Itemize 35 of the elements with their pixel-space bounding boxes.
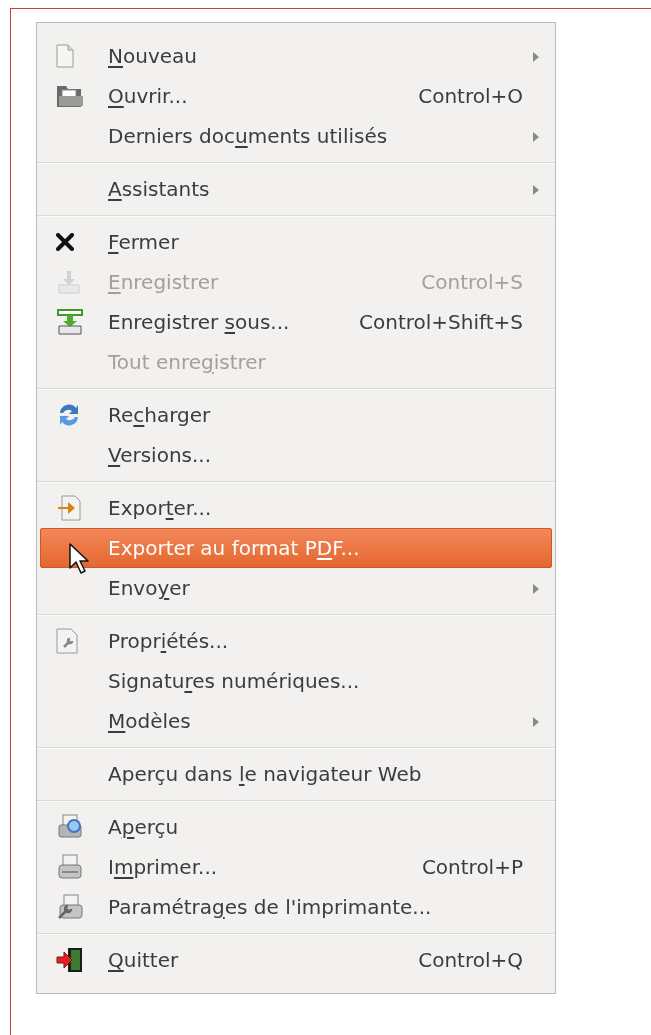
menu-item[interactable]: Propriétés... — [40, 621, 552, 661]
printer-icon — [56, 853, 84, 881]
save-icon — [56, 269, 82, 295]
shortcut-label: Control+Shift+S — [358, 310, 523, 334]
menu-item[interactable]: Ouvrir... Control+O — [40, 76, 552, 116]
menu-item[interactable]: Recharger — [40, 395, 552, 435]
menu-item[interactable]: Aperçu — [40, 807, 552, 847]
menu-item[interactable]: Quitter Control+Q — [40, 940, 552, 980]
shortcut-label: Control+Q — [417, 948, 523, 972]
menu-item[interactable]: Aperçu dans le navigateur Web — [40, 754, 552, 794]
mouse-pointer-icon — [68, 543, 90, 575]
menu-item[interactable]: Versions... — [40, 435, 552, 475]
print-preview-icon — [56, 813, 84, 841]
shortcut-label: Control+S — [420, 270, 523, 294]
printer-wrench-icon — [56, 893, 84, 921]
menu-item[interactable]: Derniers documents utilisés — [40, 116, 552, 156]
menu-item[interactable]: Assistants — [40, 169, 552, 209]
menu-item[interactable]: Paramétrages de l'imprimante... — [40, 887, 552, 927]
menu-item[interactable]: Exporter... — [40, 488, 552, 528]
document-icon — [56, 44, 74, 68]
folder-icon — [56, 83, 84, 109]
save-as-icon — [56, 308, 84, 336]
menu-item[interactable]: Enregistrer sous... Control+Shift+S — [40, 302, 552, 342]
shortcut-label: Control+O — [417, 84, 523, 108]
menu-item[interactable]: Fermer — [40, 222, 552, 262]
menu-item[interactable]: Envoyer — [40, 568, 552, 608]
shortcut-label: Control+P — [420, 855, 523, 879]
close-icon — [56, 233, 74, 251]
menu-item[interactable]: Signatures numériques... — [40, 661, 552, 701]
menu-item[interactable]: Modèles — [40, 701, 552, 741]
menu-item[interactable]: Imprimer... Control+P — [40, 847, 552, 887]
wrench-document-icon — [56, 628, 78, 654]
export-icon — [56, 495, 82, 521]
exit-door-icon — [56, 947, 84, 973]
menu-item[interactable]: Nouveau — [40, 36, 552, 76]
